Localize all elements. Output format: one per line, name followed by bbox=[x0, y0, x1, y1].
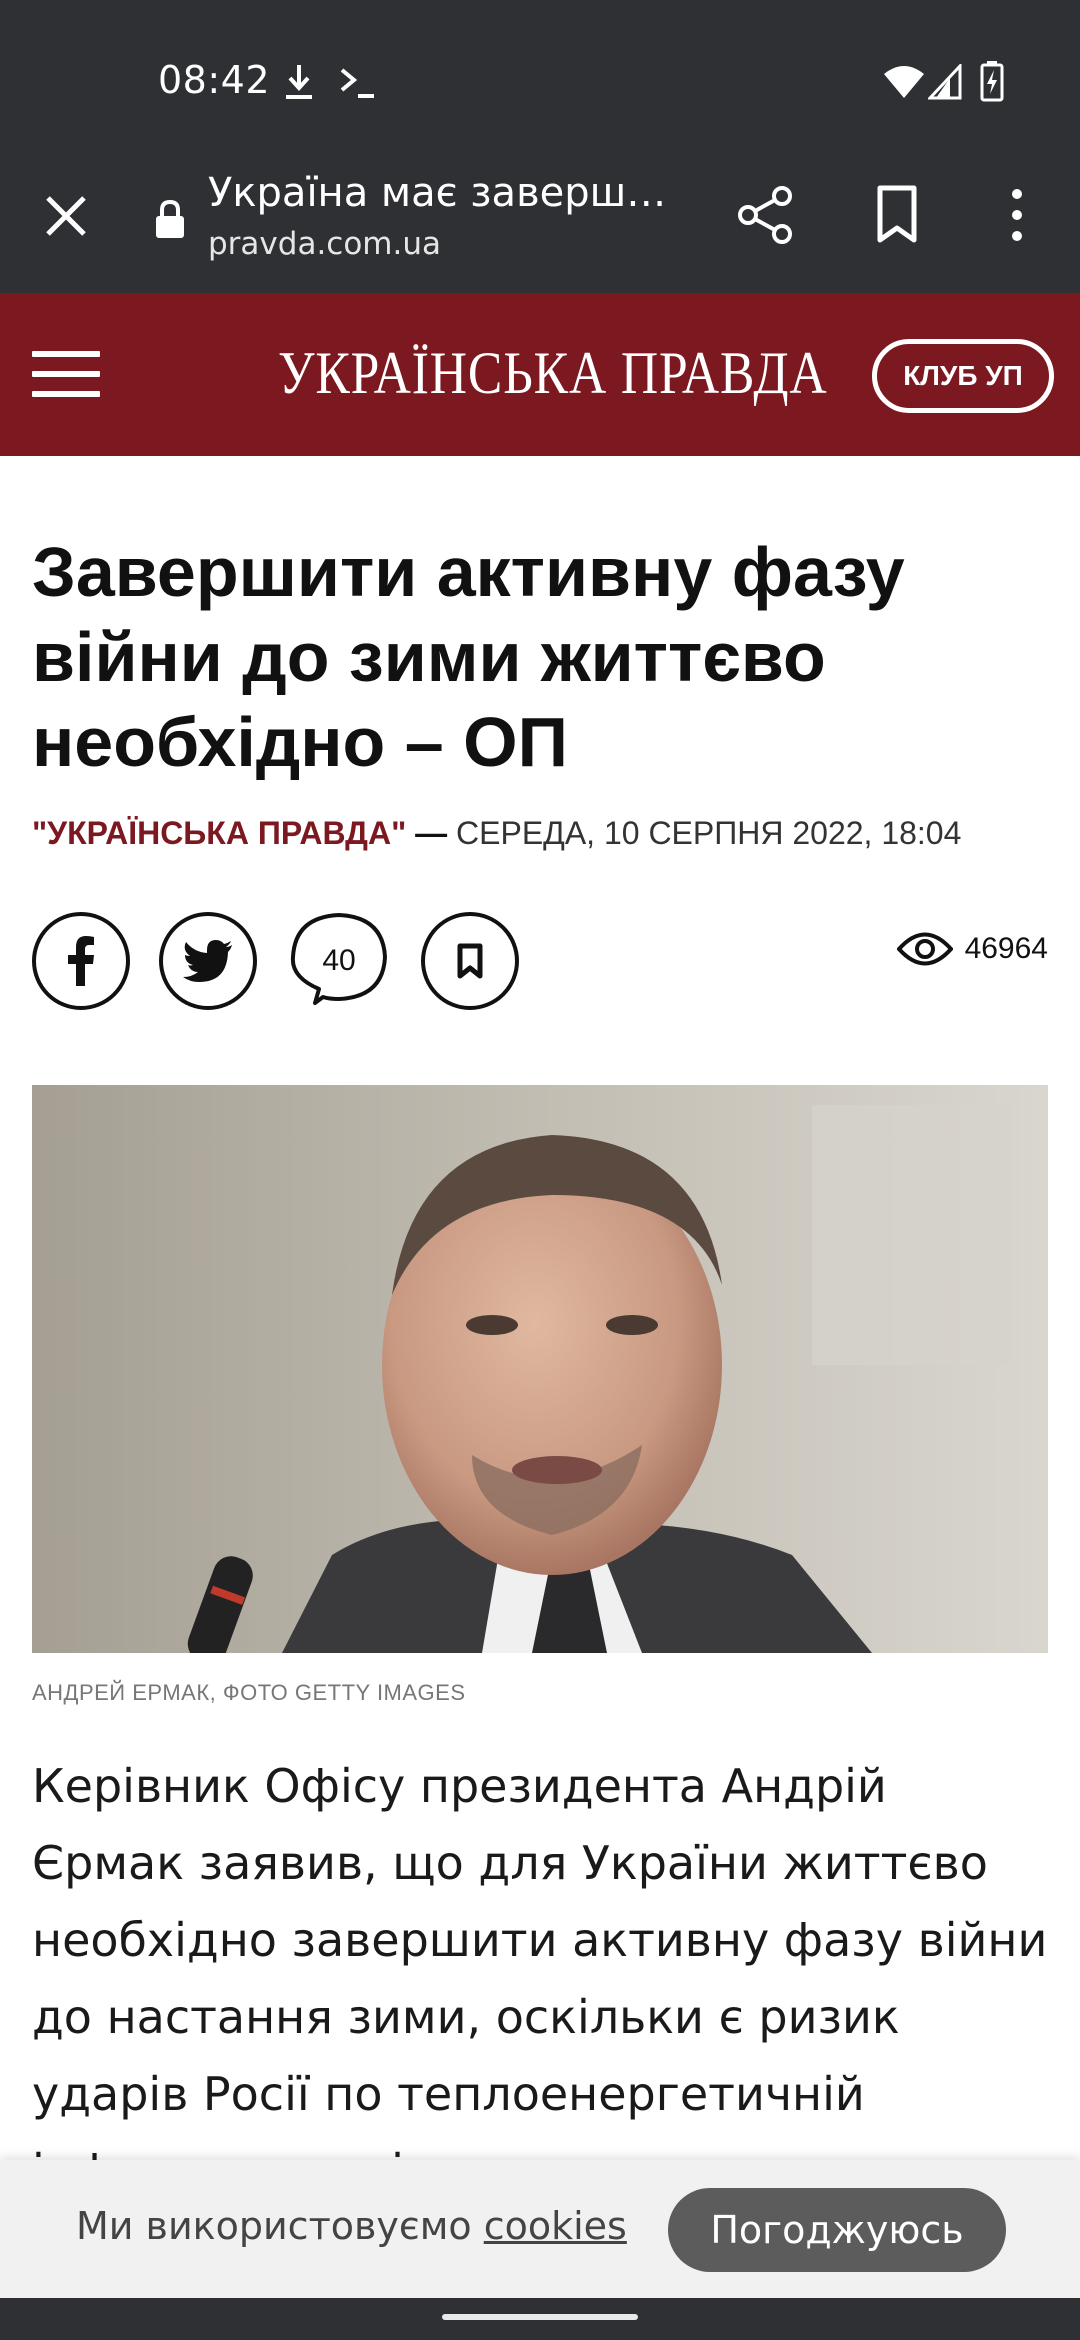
page-url[interactable]: pravda.com.ua bbox=[208, 226, 441, 262]
site-logo[interactable]: УКРАЇНСЬКА ПРАВДА bbox=[278, 339, 828, 408]
signal-icon bbox=[928, 64, 962, 100]
article-date: СЕРЕДА, 10 СЕРПНЯ 2022, 18:04 bbox=[456, 815, 962, 851]
article-source[interactable]: "УКРАЇНСЬКА ПРАВДА" bbox=[32, 815, 406, 851]
article-photo[interactable] bbox=[32, 1085, 1048, 1653]
browser-toolbar: Україна має заверш… pravda.com.ua bbox=[0, 160, 1080, 293]
lock-icon[interactable] bbox=[154, 200, 186, 240]
comments-button[interactable]: 40 bbox=[290, 912, 388, 1010]
wifi-icon bbox=[884, 66, 924, 98]
photo-caption: АНДРЕЙ ЕРМАК, ФОТО GETTY IMAGES bbox=[32, 1680, 466, 1705]
share-icon[interactable] bbox=[736, 184, 796, 246]
download-icon bbox=[286, 65, 312, 99]
club-button[interactable]: КЛУБ УП bbox=[872, 339, 1054, 413]
more-vert-icon[interactable] bbox=[1000, 184, 1034, 246]
comments-count: 40 bbox=[322, 944, 356, 977]
accept-cookies-button[interactable]: Погоджуюсь bbox=[668, 2188, 1006, 2272]
eye-icon bbox=[896, 932, 953, 966]
menu-button[interactable] bbox=[32, 351, 100, 399]
twitter-share-button[interactable] bbox=[159, 912, 257, 1010]
article-byline: "УКРАЇНСЬКА ПРАВДА" — СЕРЕДА, 10 СЕРПНЯ … bbox=[32, 815, 961, 852]
gesture-handle[interactable] bbox=[442, 2314, 638, 2320]
cookies-link[interactable]: cookies bbox=[484, 2204, 627, 2248]
twitter-icon bbox=[183, 940, 232, 982]
cookie-banner: Ми використовуємо cookies Погоджуюсь bbox=[0, 2160, 1080, 2298]
system-nav-bar bbox=[0, 2298, 1080, 2340]
cookie-text: Ми використовуємо cookies bbox=[76, 2204, 627, 2248]
terminal-icon bbox=[340, 68, 374, 98]
page-title[interactable]: Україна має заверш… bbox=[208, 170, 678, 216]
battery-charging-icon bbox=[980, 61, 1004, 102]
article-body: Керівник Офісу президента Андрій Єрмак з… bbox=[32, 1759, 1048, 2168]
views-counter: 46964 bbox=[896, 930, 1048, 968]
facebook-icon bbox=[68, 936, 94, 986]
views-count: 46964 bbox=[964, 932, 1048, 965]
portrait-photo bbox=[32, 1085, 1048, 1653]
close-icon bbox=[46, 196, 86, 236]
status-time: 08:42 bbox=[158, 58, 271, 102]
close-tab-button[interactable] bbox=[36, 186, 96, 246]
status-bar: 08:42 bbox=[0, 0, 1080, 160]
byline-separator: — bbox=[415, 815, 448, 851]
cookie-message: Ми використовуємо bbox=[76, 2204, 472, 2248]
article-headline: Завершити активну фазу війни до зими жит… bbox=[32, 533, 905, 781]
share-row: 40 46964 bbox=[32, 912, 1048, 1012]
site-header: УКРАЇНСЬКА ПРАВДА КЛУБ УП bbox=[0, 293, 1080, 456]
save-article-button[interactable] bbox=[421, 912, 519, 1010]
bookmark-icon bbox=[457, 943, 483, 979]
facebook-share-button[interactable] bbox=[32, 912, 130, 1010]
bookmark-icon[interactable] bbox=[872, 184, 922, 246]
